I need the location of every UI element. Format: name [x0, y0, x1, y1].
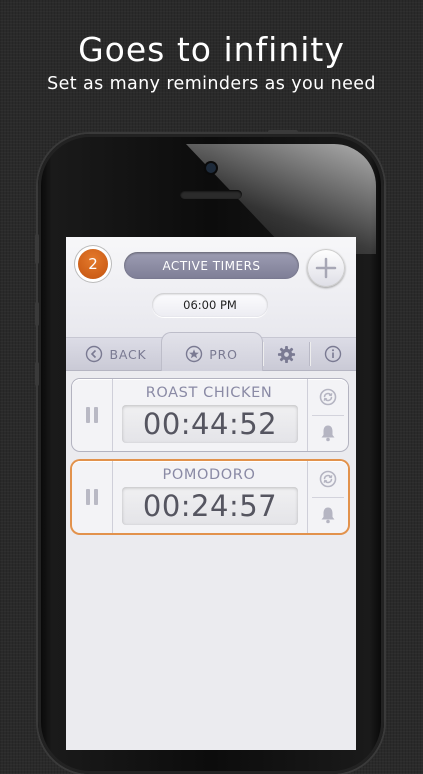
gear-icon [277, 345, 295, 363]
app-screen: 2 ACTIVE TIMERS 06:00 PM BACK PRO ROAST … [66, 237, 356, 750]
alarm-button[interactable] [308, 415, 348, 451]
top-bar: 2 ACTIVE TIMERS 06:00 PM [66, 237, 356, 337]
back-label: BACK [109, 346, 147, 362]
plus-icon [315, 257, 337, 279]
star-icon [186, 345, 203, 363]
timer-countdown: 00:44:52 [122, 405, 298, 443]
repeat-icon [319, 388, 337, 406]
bell-icon [321, 507, 335, 524]
nav-bar: BACK PRO [66, 332, 356, 371]
volume-down-button [35, 362, 39, 386]
pause-button[interactable] [72, 379, 113, 451]
info-button[interactable] [310, 338, 356, 370]
timer-name: POMODORO [162, 467, 256, 483]
info-icon [324, 345, 342, 363]
active-count-badge[interactable]: 2 [78, 249, 108, 279]
repeat-button[interactable] [308, 379, 348, 415]
timer-name: ROAST CHICKEN [145, 385, 273, 401]
repeat-button[interactable] [308, 461, 348, 497]
pause-button[interactable] [72, 461, 113, 533]
add-timer-button[interactable] [307, 249, 345, 287]
pause-icon [86, 489, 90, 505]
earpiece-speaker [180, 190, 242, 199]
timer-countdown: 00:24:57 [122, 487, 298, 525]
front-camera [206, 163, 216, 173]
pro-button[interactable]: PRO [164, 338, 259, 370]
settings-button[interactable] [263, 338, 309, 370]
mute-switch [35, 234, 39, 264]
current-time-display: 06:00 PM [152, 293, 268, 317]
timer-card-roast-chicken[interactable]: ROAST CHICKEN 00:44:52 [72, 379, 348, 451]
timer-actions [307, 379, 348, 451]
volume-up-button [35, 302, 39, 326]
power-button [268, 130, 298, 134]
active-timers-button[interactable]: ACTIVE TIMERS [124, 252, 299, 279]
bell-icon [321, 425, 335, 442]
promo-title: Goes to infinity [78, 30, 345, 69]
timer-card-pomodoro[interactable]: POMODORO 00:24:57 [72, 461, 348, 533]
back-button[interactable]: BACK [74, 338, 158, 370]
pause-icon [86, 407, 90, 423]
pro-label: PRO [209, 346, 238, 362]
back-arrow-icon [86, 345, 103, 363]
promo-subtitle: Set as many reminders as you need [47, 74, 376, 94]
alarm-button[interactable] [308, 497, 348, 533]
repeat-icon [319, 470, 337, 488]
timer-actions [307, 461, 348, 533]
